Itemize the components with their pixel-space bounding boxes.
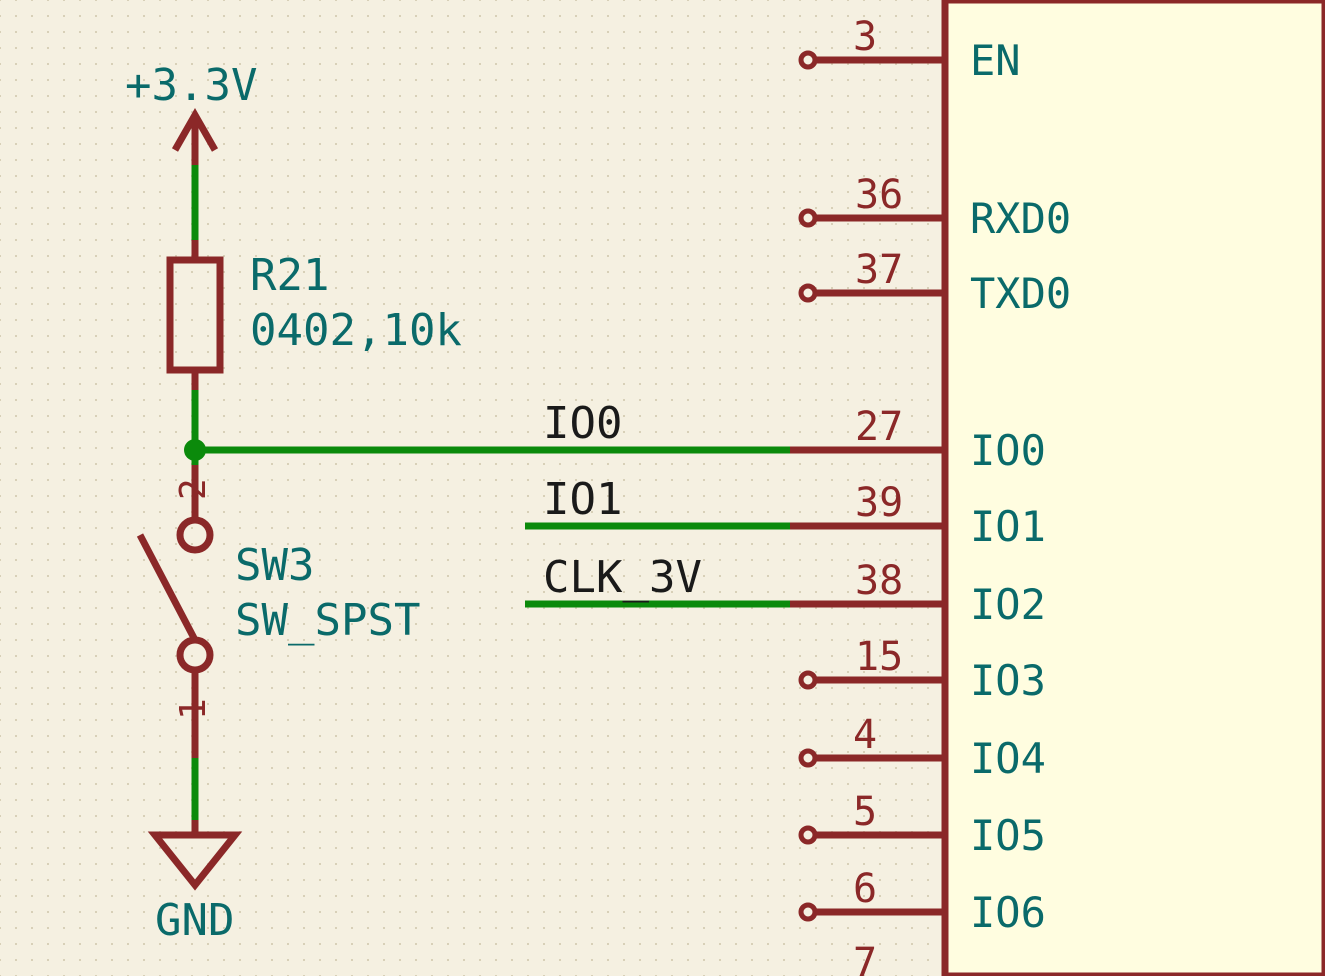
pin-number: 3 [853, 14, 877, 60]
pin-name: IO1 [970, 502, 1046, 551]
pin-number: 5 [853, 789, 877, 835]
netlabel-io1: IO1 [543, 474, 622, 525]
pin-number: 7 [853, 940, 877, 976]
pin-number: 36 [855, 172, 903, 218]
resistor-ref: R21 [250, 250, 329, 301]
pin-name: IO2 [970, 580, 1046, 629]
switch-value: SW_SPST [235, 595, 420, 646]
pin-number: 38 [855, 558, 903, 604]
switch-sw3: 2 1 SW3 SW_SPST [140, 465, 420, 758]
pin-name: IO0 [970, 426, 1046, 475]
pin-name: IO4 [970, 734, 1046, 783]
vcc-label: +3.3V [125, 60, 257, 111]
pin-name: TXD0 [970, 269, 1071, 318]
resistor-r21: R21 0402,10k [170, 240, 462, 390]
pin-name: IO6 [970, 888, 1046, 937]
power-gnd: GND [155, 820, 235, 946]
pin-number: 15 [855, 634, 903, 680]
pin-name: IO5 [970, 811, 1046, 860]
pin-number: 4 [853, 712, 877, 758]
pin-name: EN [970, 36, 1021, 85]
pin-name: IO3 [970, 656, 1046, 705]
pin-name: RXD0 [970, 194, 1071, 243]
gnd-label: GND [155, 895, 234, 946]
pin-number: 37 [855, 247, 903, 293]
switch-ref: SW3 [235, 540, 314, 591]
switch-pin1-num: 1 [173, 698, 214, 720]
ic-pin-partial: 7 [853, 940, 877, 976]
netlabel-io0: IO0 [543, 398, 622, 449]
pin-number: 27 [855, 404, 903, 450]
switch-pin2-num: 2 [173, 478, 214, 500]
pin-number: 6 [853, 866, 877, 912]
netlabel-clk: CLK_3V [543, 552, 702, 603]
power-vcc: +3.3V [125, 60, 257, 165]
resistor-value: 0402,10k [250, 305, 462, 356]
pin-number: 39 [855, 480, 903, 526]
